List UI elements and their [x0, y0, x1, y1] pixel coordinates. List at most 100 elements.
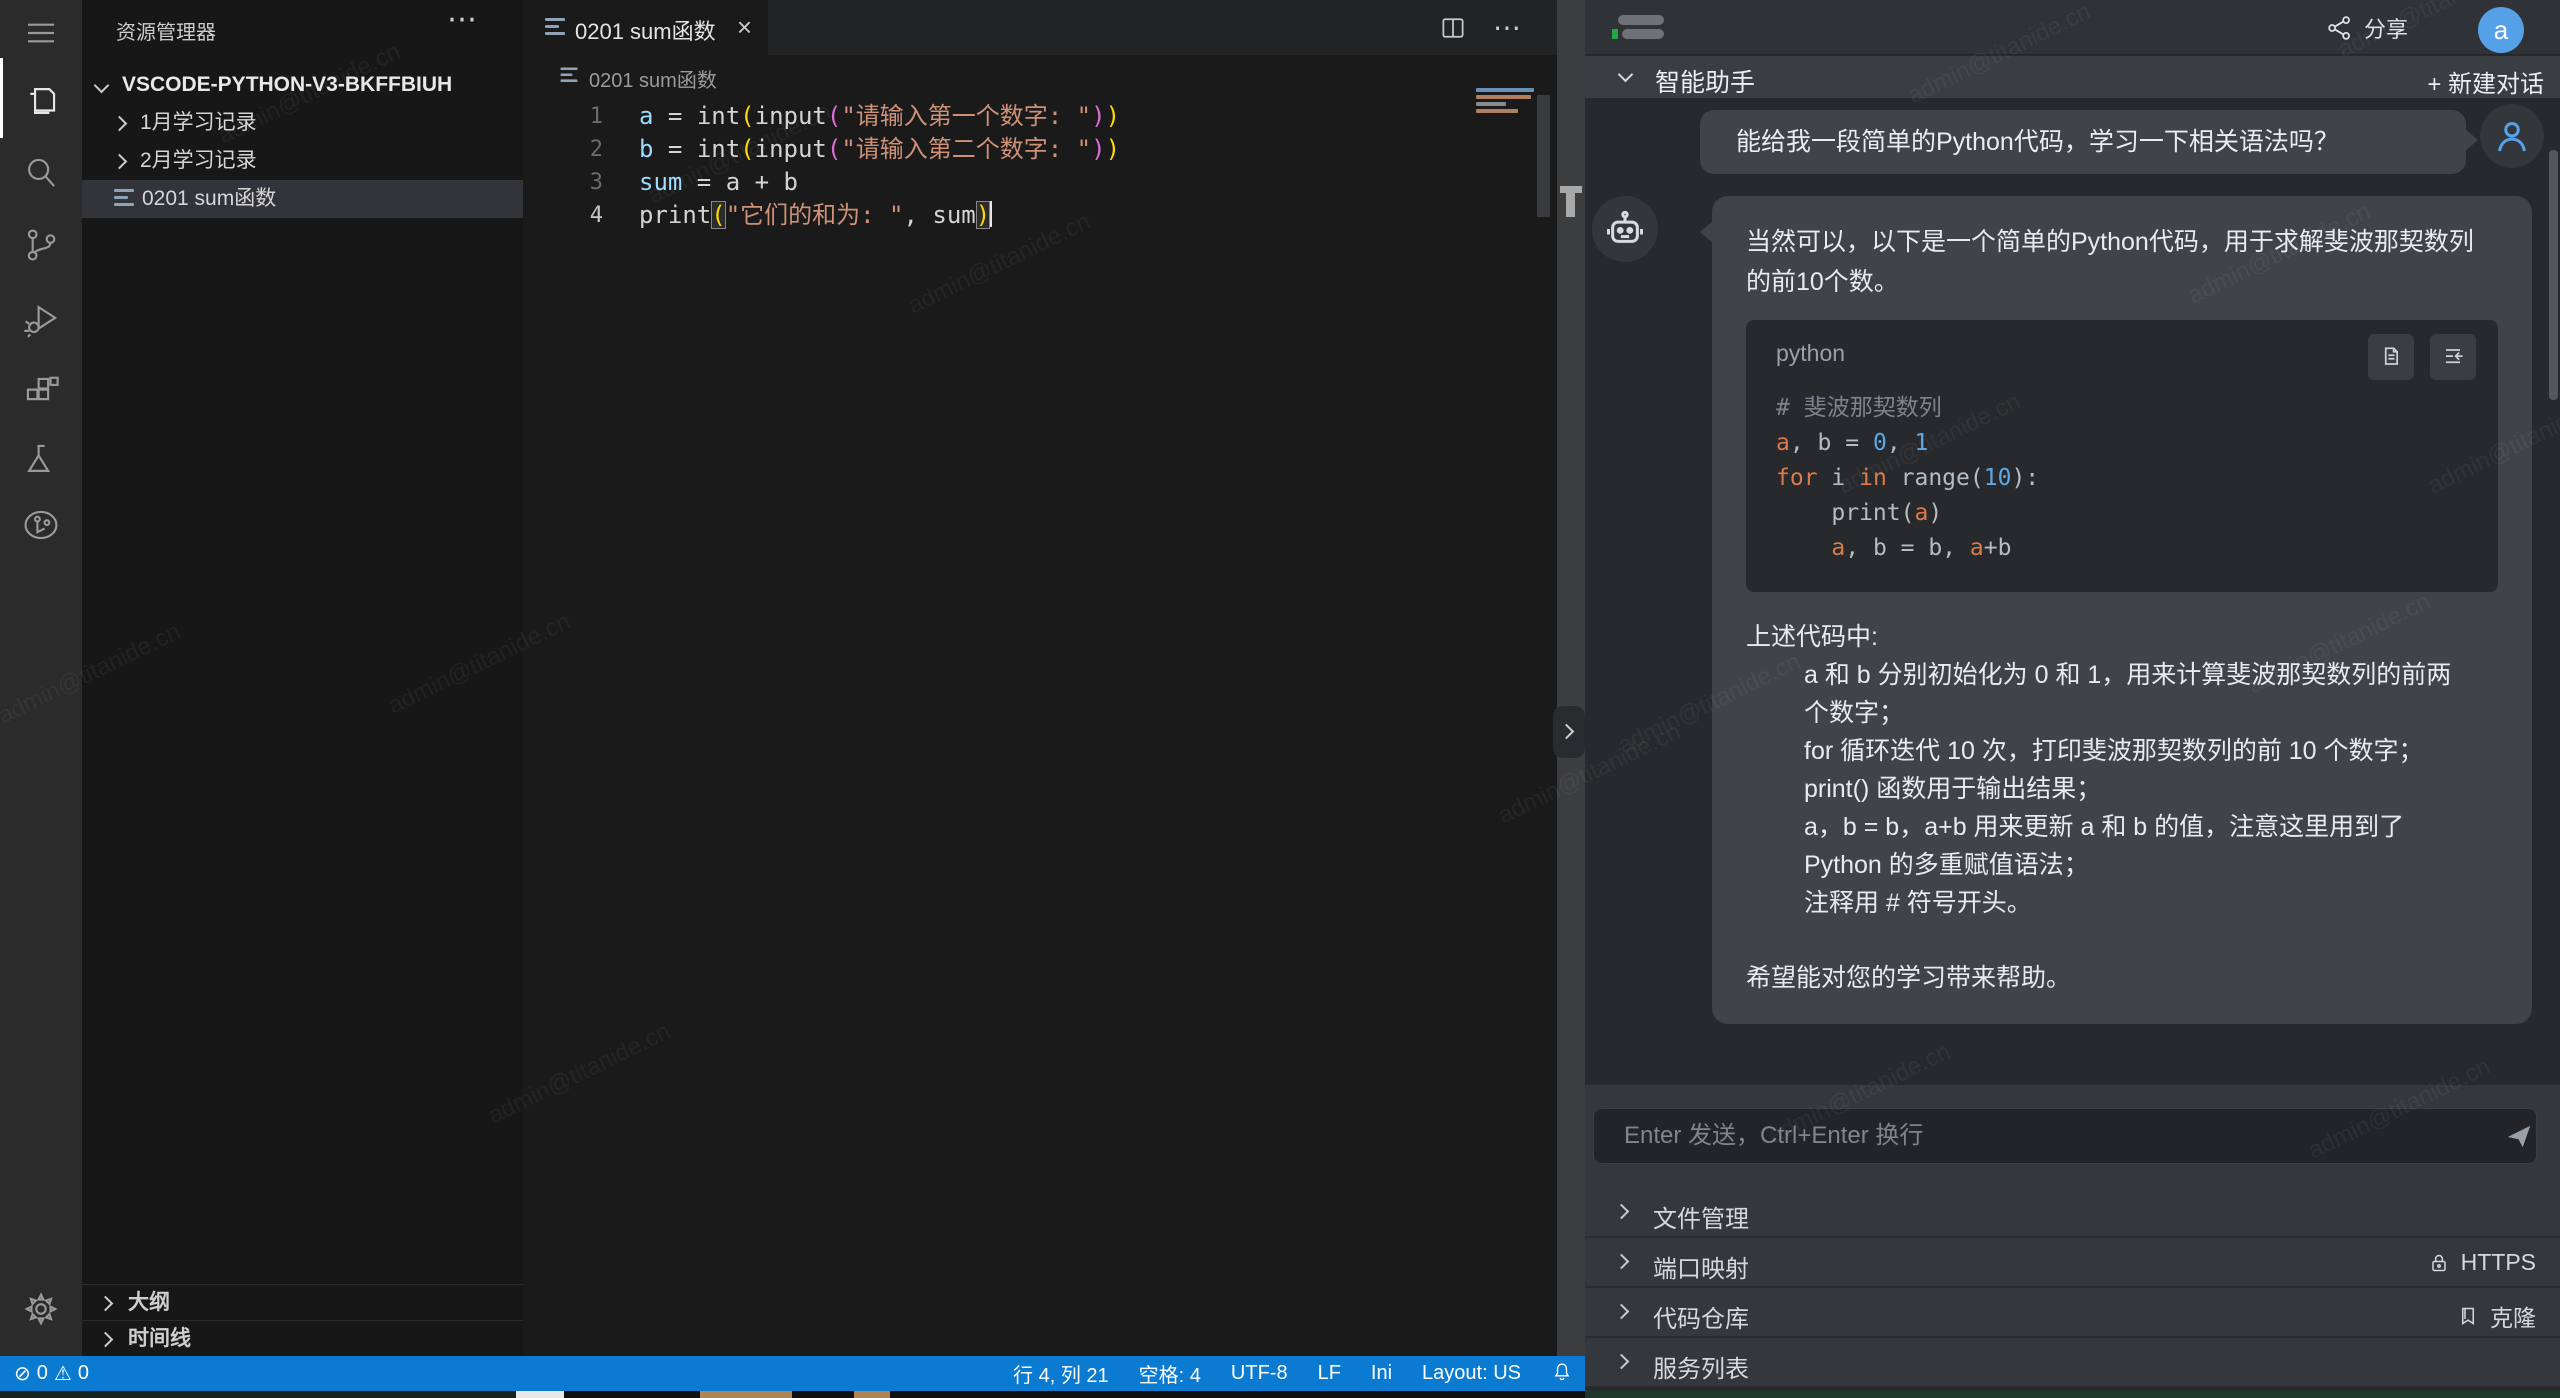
status-item[interactable]: 行 4, 列 21 [1013, 1359, 1109, 1388]
bell-icon[interactable] [1551, 1360, 1573, 1388]
clone-icon [2456, 1304, 2480, 1328]
code-editor[interactable]: 1a = int(input("请输入第一个数字: "))2b = int(in… [523, 100, 1557, 232]
error-icon: ⊘ [14, 1361, 31, 1386]
run-debug-icon[interactable] [22, 300, 60, 338]
panel-section[interactable]: 代码仓库克隆 [1585, 1288, 2560, 1338]
status-item[interactable]: Layout: US [1422, 1362, 1521, 1385]
code-text: print("它们的和为: ", sum) [639, 199, 992, 232]
panel-section[interactable]: 端口映射 HTTPS [1585, 1238, 2560, 1288]
line-number: 4 [523, 199, 603, 232]
sidebar-section-label: 时间线 [128, 1321, 191, 1357]
window-scrollbar[interactable] [2549, 150, 2558, 400]
panel-top-bar: 分享 a [1585, 0, 2560, 55]
code-text: b = int(input("请输入第二个数字: ")) [639, 133, 1120, 166]
tab-close-icon[interactable]: × [737, 12, 752, 43]
bottom-edge-strip [1585, 1390, 2560, 1398]
explain-point: print() 函数用于输出结果； [1804, 770, 2468, 808]
panel-section[interactable]: 文件管理 [1585, 1188, 2560, 1238]
send-button[interactable] [2504, 1121, 2534, 1151]
line-number: 3 [523, 166, 603, 199]
tab-bar: 0201 sum函数 × ⋯ [523, 0, 1557, 55]
chat-code-line: a, b = 0, 1 [1776, 426, 2468, 461]
tree-item-label: 0201 sum函数 [142, 180, 276, 218]
problems-status[interactable]: ⊘ 0 ⚠ 0 [14, 1356, 89, 1391]
user-avatar-badge[interactable]: a [2478, 7, 2524, 53]
sidebar-section-0[interactable]: 大纲 [82, 1284, 523, 1320]
drag-handle-icon[interactable] [1560, 186, 1582, 193]
panel-handle[interactable] [1618, 15, 1664, 25]
panel-splitter[interactable] [1557, 0, 1585, 1356]
chevron-right-icon [112, 154, 128, 170]
panel-section-label: 文件管理 [1653, 1199, 1749, 1234]
explorer-sidebar: 资源管理器 ⋯ VSCODE-PYTHON-V3-BKFFBIUH 1月学习记录… [82, 0, 523, 1356]
chat-input[interactable] [1593, 1108, 2537, 1164]
section-action-clone[interactable]: 克隆 [2456, 1299, 2536, 1333]
explain-point: a，b = b，a+b 用来更新 a 和 b 的值，注意这里用到了 Python… [1804, 808, 2468, 884]
drag-handle-icon[interactable] [1566, 193, 1575, 217]
editor-scrollbar[interactable] [1537, 95, 1550, 217]
ide-window: 资源管理器 ⋯ VSCODE-PYTHON-V3-BKFFBIUH 1月学习记录… [0, 0, 2560, 1398]
status-item[interactable]: Ini [1371, 1362, 1392, 1385]
tab-active[interactable]: 0201 sum函数 × [523, 0, 768, 55]
menu-icon[interactable] [22, 14, 60, 52]
warning-icon: ⚠ [54, 1361, 72, 1386]
status-bar: ⊘ 0 ⚠ 0 行 4, 列 21 空格: 4 UTF-8 LF Ini Layout: … [0, 1356, 1585, 1391]
tree-root[interactable]: VSCODE-PYTHON-V3-BKFFBIUH [82, 66, 523, 104]
chat-area: 能给我一段简单的Python代码，学习一下相关语法吗？ 当然可以，以下是一个简单… [1585, 98, 2560, 1085]
editor-more-icon[interactable]: ⋯ [1493, 14, 1523, 47]
panel-handle[interactable] [1622, 29, 1664, 39]
tree-item[interactable]: 1月学习记录 [82, 104, 523, 142]
split-editor-icon[interactable] [1439, 14, 1467, 47]
panel-section-label: 端口映射 [1653, 1249, 1749, 1284]
code-line[interactable]: 1a = int(input("请输入第一个数字: ")) [523, 100, 1557, 133]
reply-closing: 希望能对您的学习带来帮助。 [1746, 958, 2498, 994]
status-item[interactable]: 空格: 4 [1139, 1359, 1201, 1388]
assistant-title: 智能助手 [1655, 63, 1755, 99]
status-item[interactable]: LF [1318, 1362, 1341, 1385]
code-line[interactable]: 2b = int(input("请输入第二个数字: ")) [523, 133, 1557, 166]
copy-code-button[interactable] [2368, 334, 2414, 380]
explorer-icon[interactable] [22, 82, 60, 120]
code-line[interactable]: 4 print("它们的和为: ", sum) [523, 199, 1557, 232]
panel-section[interactable]: 服务列表 [1585, 1338, 2560, 1388]
new-chat-button[interactable]: + 新建对话 [2427, 64, 2544, 99]
assistant-message-bubble: 当然可以，以下是一个简单的Python代码，用于求解斐波那契数列的前10个数。 … [1712, 196, 2532, 1024]
remote-session-icon[interactable] [22, 506, 60, 544]
minimap[interactable] [1476, 88, 1540, 128]
explorer-more-icon[interactable]: ⋯ [447, 2, 479, 37]
tab-title: 0201 sum函数 [575, 14, 716, 46]
code-text: a = int(input("请输入第一个数字: ")) [639, 100, 1120, 133]
extensions-icon[interactable] [22, 373, 60, 411]
file-tree: VSCODE-PYTHON-V3-BKFFBIUH 1月学习记录2月学习记录02… [82, 66, 523, 218]
file-icon [545, 18, 565, 38]
settings-gear-icon[interactable] [22, 1290, 60, 1328]
robot-icon [1603, 207, 1647, 251]
active-view-indicator [0, 58, 3, 138]
file-icon [114, 189, 134, 209]
sidebar-section-1[interactable]: 时间线 [82, 1320, 523, 1356]
search-icon[interactable] [22, 154, 60, 192]
chevron-right-icon [1559, 724, 1575, 740]
lock-icon [2427, 1251, 2451, 1275]
breadcrumb-text: 0201 sum函数 [589, 64, 717, 93]
share-button[interactable]: 分享 [2326, 12, 2408, 44]
code-line[interactable]: 3sum = a + b [523, 166, 1557, 199]
explorer-title: 资源管理器 [116, 16, 216, 45]
expand-panel-button[interactable] [1553, 706, 1585, 758]
section-action-label: 克隆 [2490, 1299, 2536, 1333]
section-action-lock[interactable]: HTTPS [2427, 1249, 2536, 1276]
assistant-panel: 分享 a 智能助手 + 新建对话 能给我一段简单的Python代码，学习一下相关… [1585, 0, 2560, 1390]
chevron-right-icon [1614, 1204, 1630, 1220]
assistant-header[interactable]: 智能助手 + 新建对话 [1585, 56, 2560, 98]
source-control-icon[interactable] [22, 226, 60, 264]
insert-code-button[interactable] [2430, 334, 2476, 380]
tree-item-label: 1月学习记录 [140, 104, 257, 142]
test-beaker-icon[interactable] [22, 440, 60, 478]
panel-sections: 文件管理端口映射 HTTPS 代码仓库克隆服务列表 [1585, 1188, 2560, 1388]
status-green-dot [1612, 29, 1618, 39]
tree-item[interactable]: 2月学习记录 [82, 142, 523, 180]
tree-item[interactable]: 0201 sum函数 [82, 180, 523, 218]
editor-actions: ⋯ [1439, 14, 1523, 47]
error-count: 0 [37, 1362, 48, 1385]
status-item[interactable]: UTF-8 [1231, 1362, 1288, 1385]
